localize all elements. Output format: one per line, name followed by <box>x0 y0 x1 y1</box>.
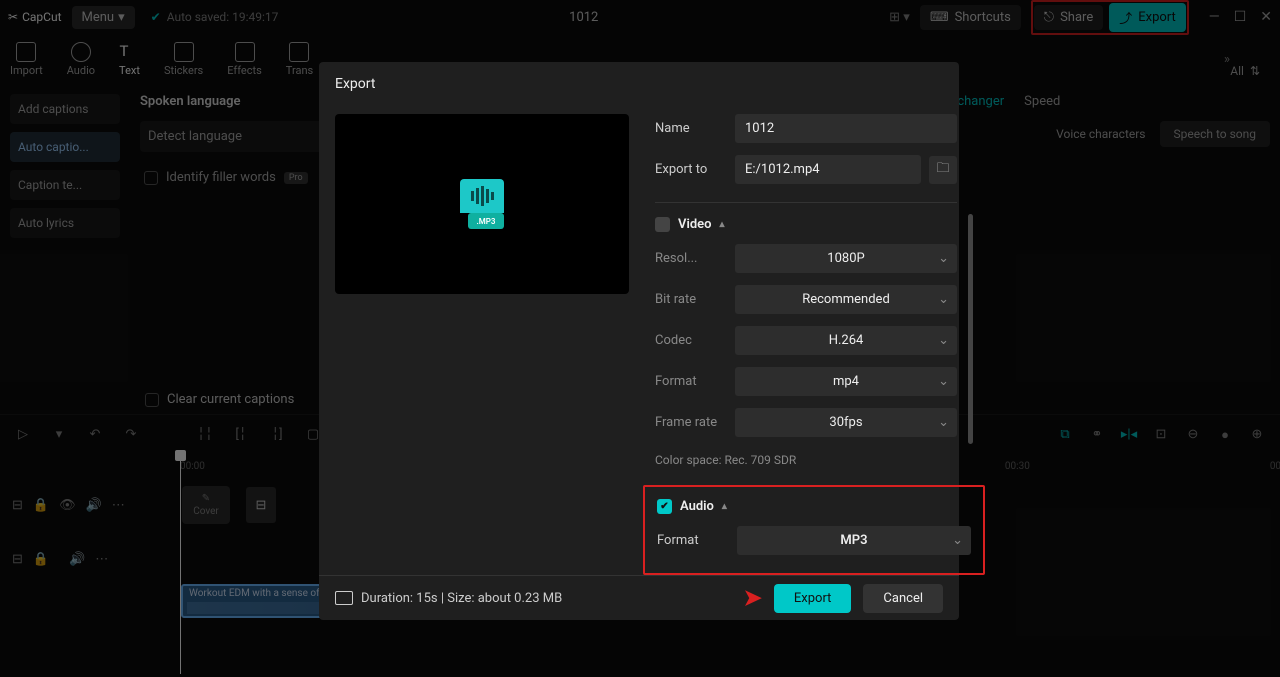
audio-checkbox[interactable]: ✔ <box>657 499 672 514</box>
exportto-input[interactable] <box>735 155 921 184</box>
modal-title: Export <box>319 62 959 106</box>
codec-select[interactable]: H.264 <box>735 326 957 355</box>
export-form: Name Export to 🗀 Video ▴ Resol...1080P <box>655 114 957 575</box>
audio-section-highlight: ✔ Audio ▴ Format MP3 <box>643 485 985 575</box>
divider <box>655 202 957 203</box>
bitrate-select[interactable]: Recommended <box>735 285 957 314</box>
audio-format-label: Format <box>657 533 737 548</box>
resolution-label: Resol... <box>655 251 735 266</box>
bitrate-label: Bit rate <box>655 292 735 307</box>
resolution-select[interactable]: 1080P <box>735 244 957 273</box>
video-format-label: Format <box>655 374 735 389</box>
modal-cancel-button[interactable]: Cancel <box>863 584 943 613</box>
collapse-icon: ▴ <box>722 501 727 512</box>
video-format-select[interactable]: mp4 <box>735 367 957 396</box>
scrollbar[interactable] <box>968 214 973 444</box>
export-modal: Export .MP3 Name <box>319 62 959 620</box>
name-label: Name <box>655 121 735 136</box>
name-input[interactable] <box>735 114 957 143</box>
video-checkbox[interactable] <box>655 217 670 232</box>
mp3-badge: .MP3 <box>460 179 504 229</box>
modal-footer: Duration: 15s | Size: about 0.23 MB ➤ Ex… <box>319 575 959 620</box>
footer-meta-text: Duration: 15s | Size: about 0.23 MB <box>361 591 562 606</box>
browse-folder-button[interactable]: 🗀 <box>929 156 957 184</box>
video-section-label: Video <box>678 217 712 232</box>
audio-format-select[interactable]: MP3 <box>737 526 971 555</box>
audio-section-header[interactable]: ✔ Audio ▴ <box>657 499 971 514</box>
framerate-label: Frame rate <box>655 415 735 430</box>
colorspace-text: Color space: Rec. 709 SDR <box>655 453 957 467</box>
modal-export-button[interactable]: Export <box>774 584 852 613</box>
arrow-annotation: ➤ <box>743 586 761 611</box>
export-preview: .MP3 <box>335 114 629 294</box>
framerate-select[interactable]: 30fps <box>735 408 957 437</box>
collapse-icon: ▴ <box>720 219 725 230</box>
film-icon <box>335 591 353 605</box>
mp3-badge-label: .MP3 <box>468 213 504 229</box>
audio-section-label: Audio <box>680 499 714 514</box>
folder-icon: 🗀 <box>936 159 949 181</box>
exportto-label: Export to <box>655 162 735 177</box>
codec-label: Codec <box>655 333 735 348</box>
video-section-header[interactable]: Video ▴ <box>655 217 957 232</box>
